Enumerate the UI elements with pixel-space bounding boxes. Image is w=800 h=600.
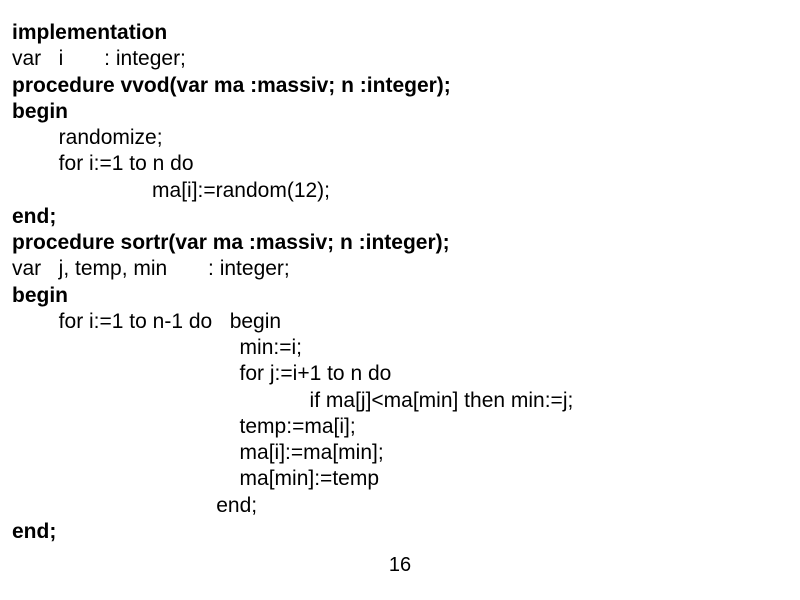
code-line: var j, temp, min : integer; [12,256,788,282]
page-number: 16 [0,553,800,578]
code-line: if ma[j]<ma[min] then min:=j; [12,388,788,414]
code-block: implementation var i : integer; procedur… [12,20,788,545]
code-line: for i:=1 to n do [12,151,788,177]
code-line: end; [12,519,788,545]
code-line: implementation [12,20,788,46]
code-line: for j:=i+1 to n do [12,361,788,387]
code-line: begin [12,283,788,309]
code-line: ma[min]:=temp [12,466,788,492]
code-line: procedure vvod(var ma :massiv; n :intege… [12,73,788,99]
code-line: randomize; [12,125,788,151]
code-line: temp:=ma[i]; [12,414,788,440]
code-line: for i:=1 to n-1 do begin [12,309,788,335]
code-line: end; [12,493,788,519]
code-line: procedure sortr(var ma :massiv; n :integ… [12,230,788,256]
code-line: ma[i]:=ma[min]; [12,440,788,466]
code-line: end; [12,204,788,230]
code-line: var i : integer; [12,46,788,72]
code-line: ma[i]:=random(12); [12,178,788,204]
code-line: min:=i; [12,335,788,361]
code-line: begin [12,99,788,125]
